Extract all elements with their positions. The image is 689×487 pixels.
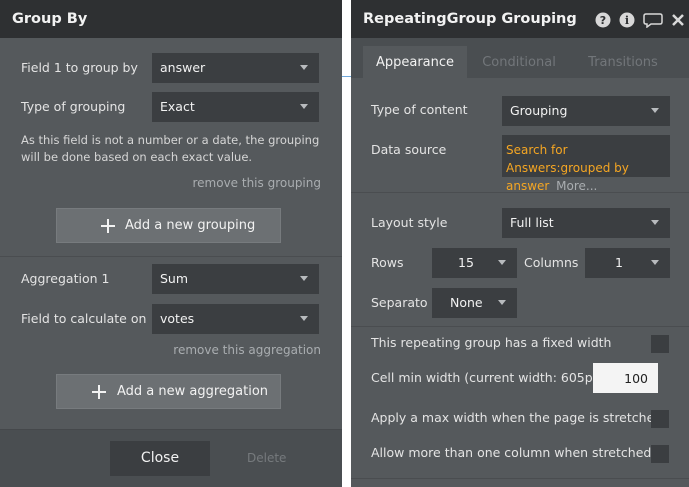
delete-button[interactable]: Delete	[247, 451, 286, 465]
background-ruler	[342, 76, 351, 77]
rows-value: 15	[458, 255, 474, 270]
type-grouping-dropdown[interactable]: Exact	[152, 92, 319, 122]
layout-label: Layout style	[371, 215, 448, 230]
add-grouping-button[interactable]: Add a new grouping	[56, 208, 281, 243]
field1-label: Field 1 to group by	[21, 60, 138, 75]
chevron-down-icon	[300, 276, 308, 281]
help-icon[interactable]: ?	[595, 12, 611, 28]
group-by-title: Group By	[0, 0, 342, 38]
max-width-checkbox[interactable]	[651, 410, 669, 428]
rows-dropdown[interactable]: 15	[432, 248, 517, 278]
remove-grouping-link[interactable]: remove this grouping	[192, 176, 321, 190]
rg-title: RepeatingGroup Grouping	[351, 0, 689, 38]
more-columns-label: Allow more than one column when stretche…	[371, 445, 652, 460]
columns-dropdown[interactable]: 1	[585, 248, 670, 278]
aggregation-dropdown[interactable]: Sum	[152, 264, 319, 294]
divider	[351, 478, 689, 479]
calc-field-label: Field to calculate on	[21, 311, 147, 326]
calc-field-value: votes	[160, 311, 195, 326]
type-content-dropdown[interactable]: Grouping	[502, 96, 670, 126]
chevron-down-icon	[300, 104, 308, 109]
tab-appearance[interactable]: Appearance	[363, 46, 467, 78]
divider	[351, 192, 689, 193]
fixed-width-label: This repeating group has a fixed width	[371, 335, 612, 350]
tab-conditional[interactable]: Conditional	[471, 46, 567, 78]
chevron-down-icon	[651, 108, 659, 113]
columns-value: 1	[615, 255, 623, 270]
cell-min-label: Cell min width (current width: 605px)	[371, 370, 605, 385]
plus-icon	[101, 219, 115, 233]
chevron-down-icon	[498, 300, 506, 305]
background-strip	[342, 0, 351, 487]
rg-panel: RepeatingGroup Grouping ? i Appearance C…	[351, 0, 689, 487]
type-grouping-value: Exact	[160, 99, 195, 114]
grouping-hint: As this field is not a number or a date,…	[21, 133, 320, 164]
type-content-label: Type of content	[371, 102, 468, 117]
chevron-down-icon	[300, 65, 308, 70]
type-grouping-label: Type of grouping	[21, 99, 126, 114]
plus-icon	[92, 385, 106, 399]
rows-label: Rows	[371, 255, 404, 270]
calc-field-dropdown[interactable]: votes	[152, 304, 319, 334]
field1-dropdown[interactable]: answer	[152, 53, 319, 83]
svg-text:i: i	[625, 14, 629, 27]
columns-label: Columns	[524, 255, 579, 270]
svg-text:?: ?	[600, 14, 606, 27]
add-grouping-label: Add a new grouping	[125, 218, 256, 233]
chevron-down-icon	[498, 260, 506, 265]
data-source-label: Data source	[371, 142, 447, 157]
data-source-more[interactable]: More...	[556, 179, 597, 193]
chevron-down-icon	[300, 316, 308, 321]
more-columns-checkbox[interactable]	[651, 445, 669, 463]
close-button[interactable]: Close	[110, 441, 210, 476]
group-by-panel: Group By Field 1 to group by answer Type…	[0, 0, 342, 487]
close-icon[interactable]	[671, 12, 685, 28]
layout-dropdown[interactable]: Full list	[502, 208, 670, 238]
data-source-field[interactable]: Search for Answers:grouped by answer Mor…	[502, 135, 670, 193]
divider	[351, 326, 689, 327]
separator-value: None	[450, 295, 483, 310]
add-aggregation-label: Add a new aggregation	[117, 384, 269, 399]
layout-value: Full list	[510, 215, 554, 230]
type-content-value: Grouping	[510, 103, 568, 118]
chevron-down-icon	[651, 260, 659, 265]
divider	[0, 256, 342, 257]
chevron-down-icon	[651, 220, 659, 225]
info-icon[interactable]: i	[619, 12, 635, 28]
fixed-width-checkbox[interactable]	[651, 335, 669, 353]
tab-transitions[interactable]: Transitions	[577, 46, 669, 78]
max-width-label: Apply a max width when the page is stret…	[371, 410, 663, 425]
comment-icon[interactable]	[643, 12, 663, 28]
aggregation-label: Aggregation 1	[21, 271, 110, 286]
remove-aggregation-link[interactable]: remove this aggregation	[173, 343, 321, 357]
separator-label: Separato	[371, 295, 428, 310]
add-aggregation-button[interactable]: Add a new aggregation	[56, 374, 281, 409]
separator-dropdown[interactable]: None	[432, 288, 517, 318]
cell-min-input[interactable]: 100	[593, 363, 658, 393]
aggregation-value: Sum	[160, 271, 189, 286]
field1-value: answer	[160, 60, 206, 75]
